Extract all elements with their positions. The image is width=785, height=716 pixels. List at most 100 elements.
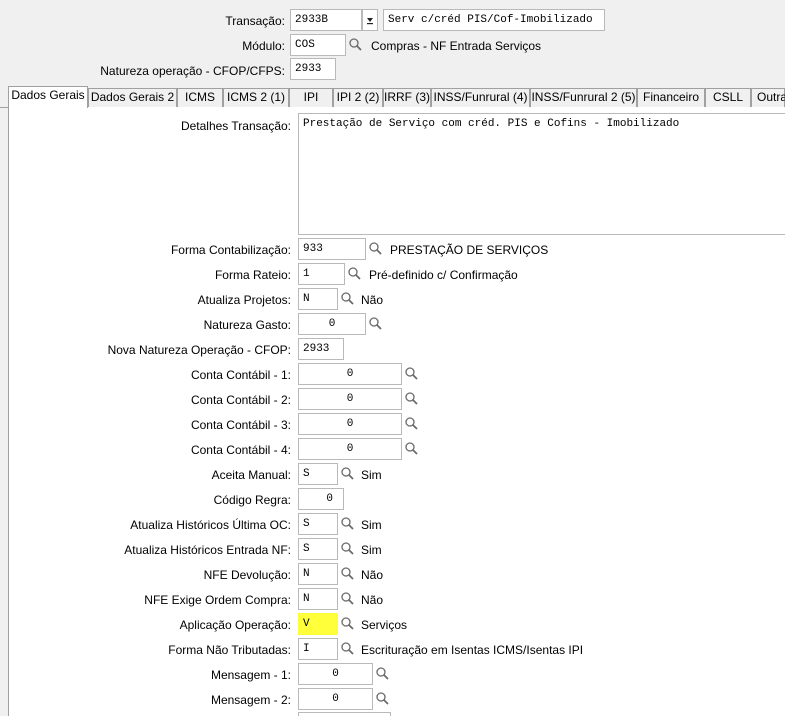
conta-contabil-4-lookup-button[interactable] (402, 438, 420, 460)
codigo-regra-field[interactable]: 0 (298, 488, 344, 510)
tab-ipi[interactable]: IPI (289, 88, 333, 107)
tab-bar: Dados Gerais Dados Gerais 2 ICMS ICMS 2 … (0, 86, 785, 108)
search-icon (405, 392, 418, 405)
atualiza-projetos-field[interactable]: N (298, 288, 338, 310)
nfe-exige-ordem-field[interactable]: N (298, 588, 338, 610)
nfe-exige-ordem-desc: Não (361, 593, 384, 607)
forma-contab-label: Forma Contabilização: (170, 243, 291, 257)
tab-inss-funrural[interactable]: INSS/Funrural (4) (431, 88, 530, 107)
aceita-manual-lookup-button[interactable] (338, 463, 356, 485)
hist-ultima-oc-desc: Sim (361, 518, 382, 532)
tab-label: Outra (757, 90, 785, 104)
tab-inss-funrural-2[interactable]: INSS/Funrural 2 (5) (530, 88, 637, 107)
conta-contabil-2-lookup-button[interactable] (402, 388, 420, 410)
tab-ipi-2[interactable]: IPI 2 (2) (333, 88, 383, 107)
conta-contabil-4-field[interactable]: 0 (298, 438, 402, 460)
tab-icms-2[interactable]: ICMS 2 (1) (223, 88, 289, 107)
tab-csll[interactable]: CSLL (705, 88, 751, 107)
tab-label: Financeiro (642, 90, 700, 104)
aplicacao-operacao-lookup-button[interactable] (338, 613, 356, 635)
nfe-devolucao-field[interactable]: N (298, 563, 338, 585)
modulo-code-field[interactable]: COS (290, 34, 346, 56)
search-icon (341, 292, 354, 305)
transacao-dropdown-button[interactable] (362, 9, 378, 31)
nfe-devolucao-label: NFE Devolução: (203, 568, 291, 582)
conta-contabil-2-field[interactable]: 0 (298, 388, 402, 410)
mensagem-1-lookup-button[interactable] (373, 663, 391, 685)
mensagem-1-field[interactable]: 0 (298, 663, 373, 685)
conta-contabil-3-field[interactable]: 0 (298, 413, 402, 435)
detalhes-label: Detalhes Transação: (180, 119, 291, 133)
forma-rateio-label: Forma Rateio: (214, 268, 291, 282)
forma-rateio-desc: Pré-definido c/ Confirmação (369, 268, 518, 282)
forma-contab-lookup-button[interactable] (366, 238, 384, 260)
aplicacao-operacao-label: Aplicação Operação: (179, 618, 291, 632)
mensagem-2-field[interactable]: 0 (298, 688, 373, 710)
conta-contabil-3-lookup-button[interactable] (402, 413, 420, 435)
modulo-desc: Compras - NF Entrada Serviços (371, 39, 542, 53)
tab-label: Dados Gerais 2 (90, 90, 175, 104)
aplicacao-operacao-desc: Serviços (361, 618, 408, 632)
nova-natureza-field[interactable]: 2933 (298, 338, 344, 360)
search-icon (341, 467, 354, 480)
aceita-manual-field[interactable]: S (298, 463, 338, 485)
detalhes-textarea[interactable]: Prestação de Serviço com créd. PIS e Cof… (298, 113, 785, 235)
search-icon (405, 417, 418, 430)
search-icon (376, 692, 389, 705)
search-icon (341, 592, 354, 605)
hist-ultima-oc-lookup-button[interactable] (338, 513, 356, 535)
search-icon (369, 242, 382, 255)
transacao-code-field[interactable]: 2933B (290, 9, 362, 31)
tab-outra[interactable]: Outra (751, 88, 785, 107)
hist-entrada-nf-desc: Sim (361, 543, 382, 557)
mensagem-1-label: Mensagem - 1: (210, 668, 291, 682)
conta-contabil-1-field[interactable]: 0 (298, 363, 402, 385)
nfe-devolucao-desc: Não (361, 568, 384, 582)
aceita-manual-label: Aceita Manual: (211, 468, 291, 482)
mensagem-2-lookup-button[interactable] (373, 688, 391, 710)
aplicacao-operacao-field[interactable]: V (298, 613, 338, 635)
search-icon (341, 617, 354, 630)
aceita-manual-desc: Sim (361, 468, 382, 482)
hist-entrada-nf-lookup-button[interactable] (338, 538, 356, 560)
forma-rateio-lookup-button[interactable] (345, 263, 363, 285)
conta-contabil-2-label: Conta Contábil - 2: (190, 393, 291, 407)
hist-entrada-nf-field[interactable]: S (298, 538, 338, 560)
tab-irrf[interactable]: IRRF (3) (383, 88, 431, 107)
natureza-gasto-lookup-button[interactable] (366, 313, 384, 335)
forma-rateio-field[interactable]: 1 (298, 263, 345, 285)
hist-ultima-oc-label: Atualiza Históricos Última OC: (130, 518, 291, 532)
next-field-edge (298, 712, 391, 716)
tab-financeiro[interactable]: Financeiro (637, 88, 705, 107)
conta-contabil-1-lookup-button[interactable] (402, 363, 420, 385)
forma-contab-desc: PRESTAÇÃO DE SERVIÇOS (390, 243, 549, 257)
tab-dados-gerais[interactable]: Dados Gerais (8, 86, 88, 108)
forma-nao-tributadas-field[interactable]: I (298, 638, 338, 660)
nfe-devolucao-lookup-button[interactable] (338, 563, 356, 585)
search-icon (348, 267, 361, 280)
forma-nao-tributadas-lookup-button[interactable] (338, 638, 356, 660)
atualiza-projetos-lookup-button[interactable] (338, 288, 356, 310)
search-icon (341, 642, 354, 655)
nfe-exige-ordem-lookup-button[interactable] (338, 588, 356, 610)
tab-label: IRRF (3) (384, 90, 430, 104)
search-icon (341, 542, 354, 555)
natureza-field[interactable]: 2933 (290, 58, 336, 80)
search-icon (376, 667, 389, 680)
forma-nao-tributadas-desc: Escrituração em Isentas ICMS/Isentas IPI (361, 643, 584, 657)
hist-ultima-oc-field[interactable]: S (298, 513, 338, 535)
atualiza-projetos-label: Atualiza Projetos: (197, 293, 291, 307)
modulo-label: Módulo: (242, 39, 285, 53)
tab-label: INSS/Funrural (4) (433, 90, 528, 104)
tab-label: CSLL (712, 90, 744, 104)
tab-icms[interactable]: ICMS (177, 88, 223, 107)
search-icon (405, 367, 418, 380)
codigo-regra-label: Código Regra: (213, 493, 291, 507)
natureza-gasto-field[interactable]: 0 (298, 313, 366, 335)
forma-contab-field[interactable]: 933 (298, 238, 366, 260)
tab-dados-gerais-2[interactable]: Dados Gerais 2 (88, 88, 177, 107)
modulo-lookup-button[interactable] (346, 34, 364, 56)
tab-label: IPI (303, 90, 319, 104)
forma-nao-tributadas-label: Forma Não Tributadas: (168, 643, 291, 657)
natureza-label: Natureza operação - CFOP/CFPS: (100, 64, 285, 78)
